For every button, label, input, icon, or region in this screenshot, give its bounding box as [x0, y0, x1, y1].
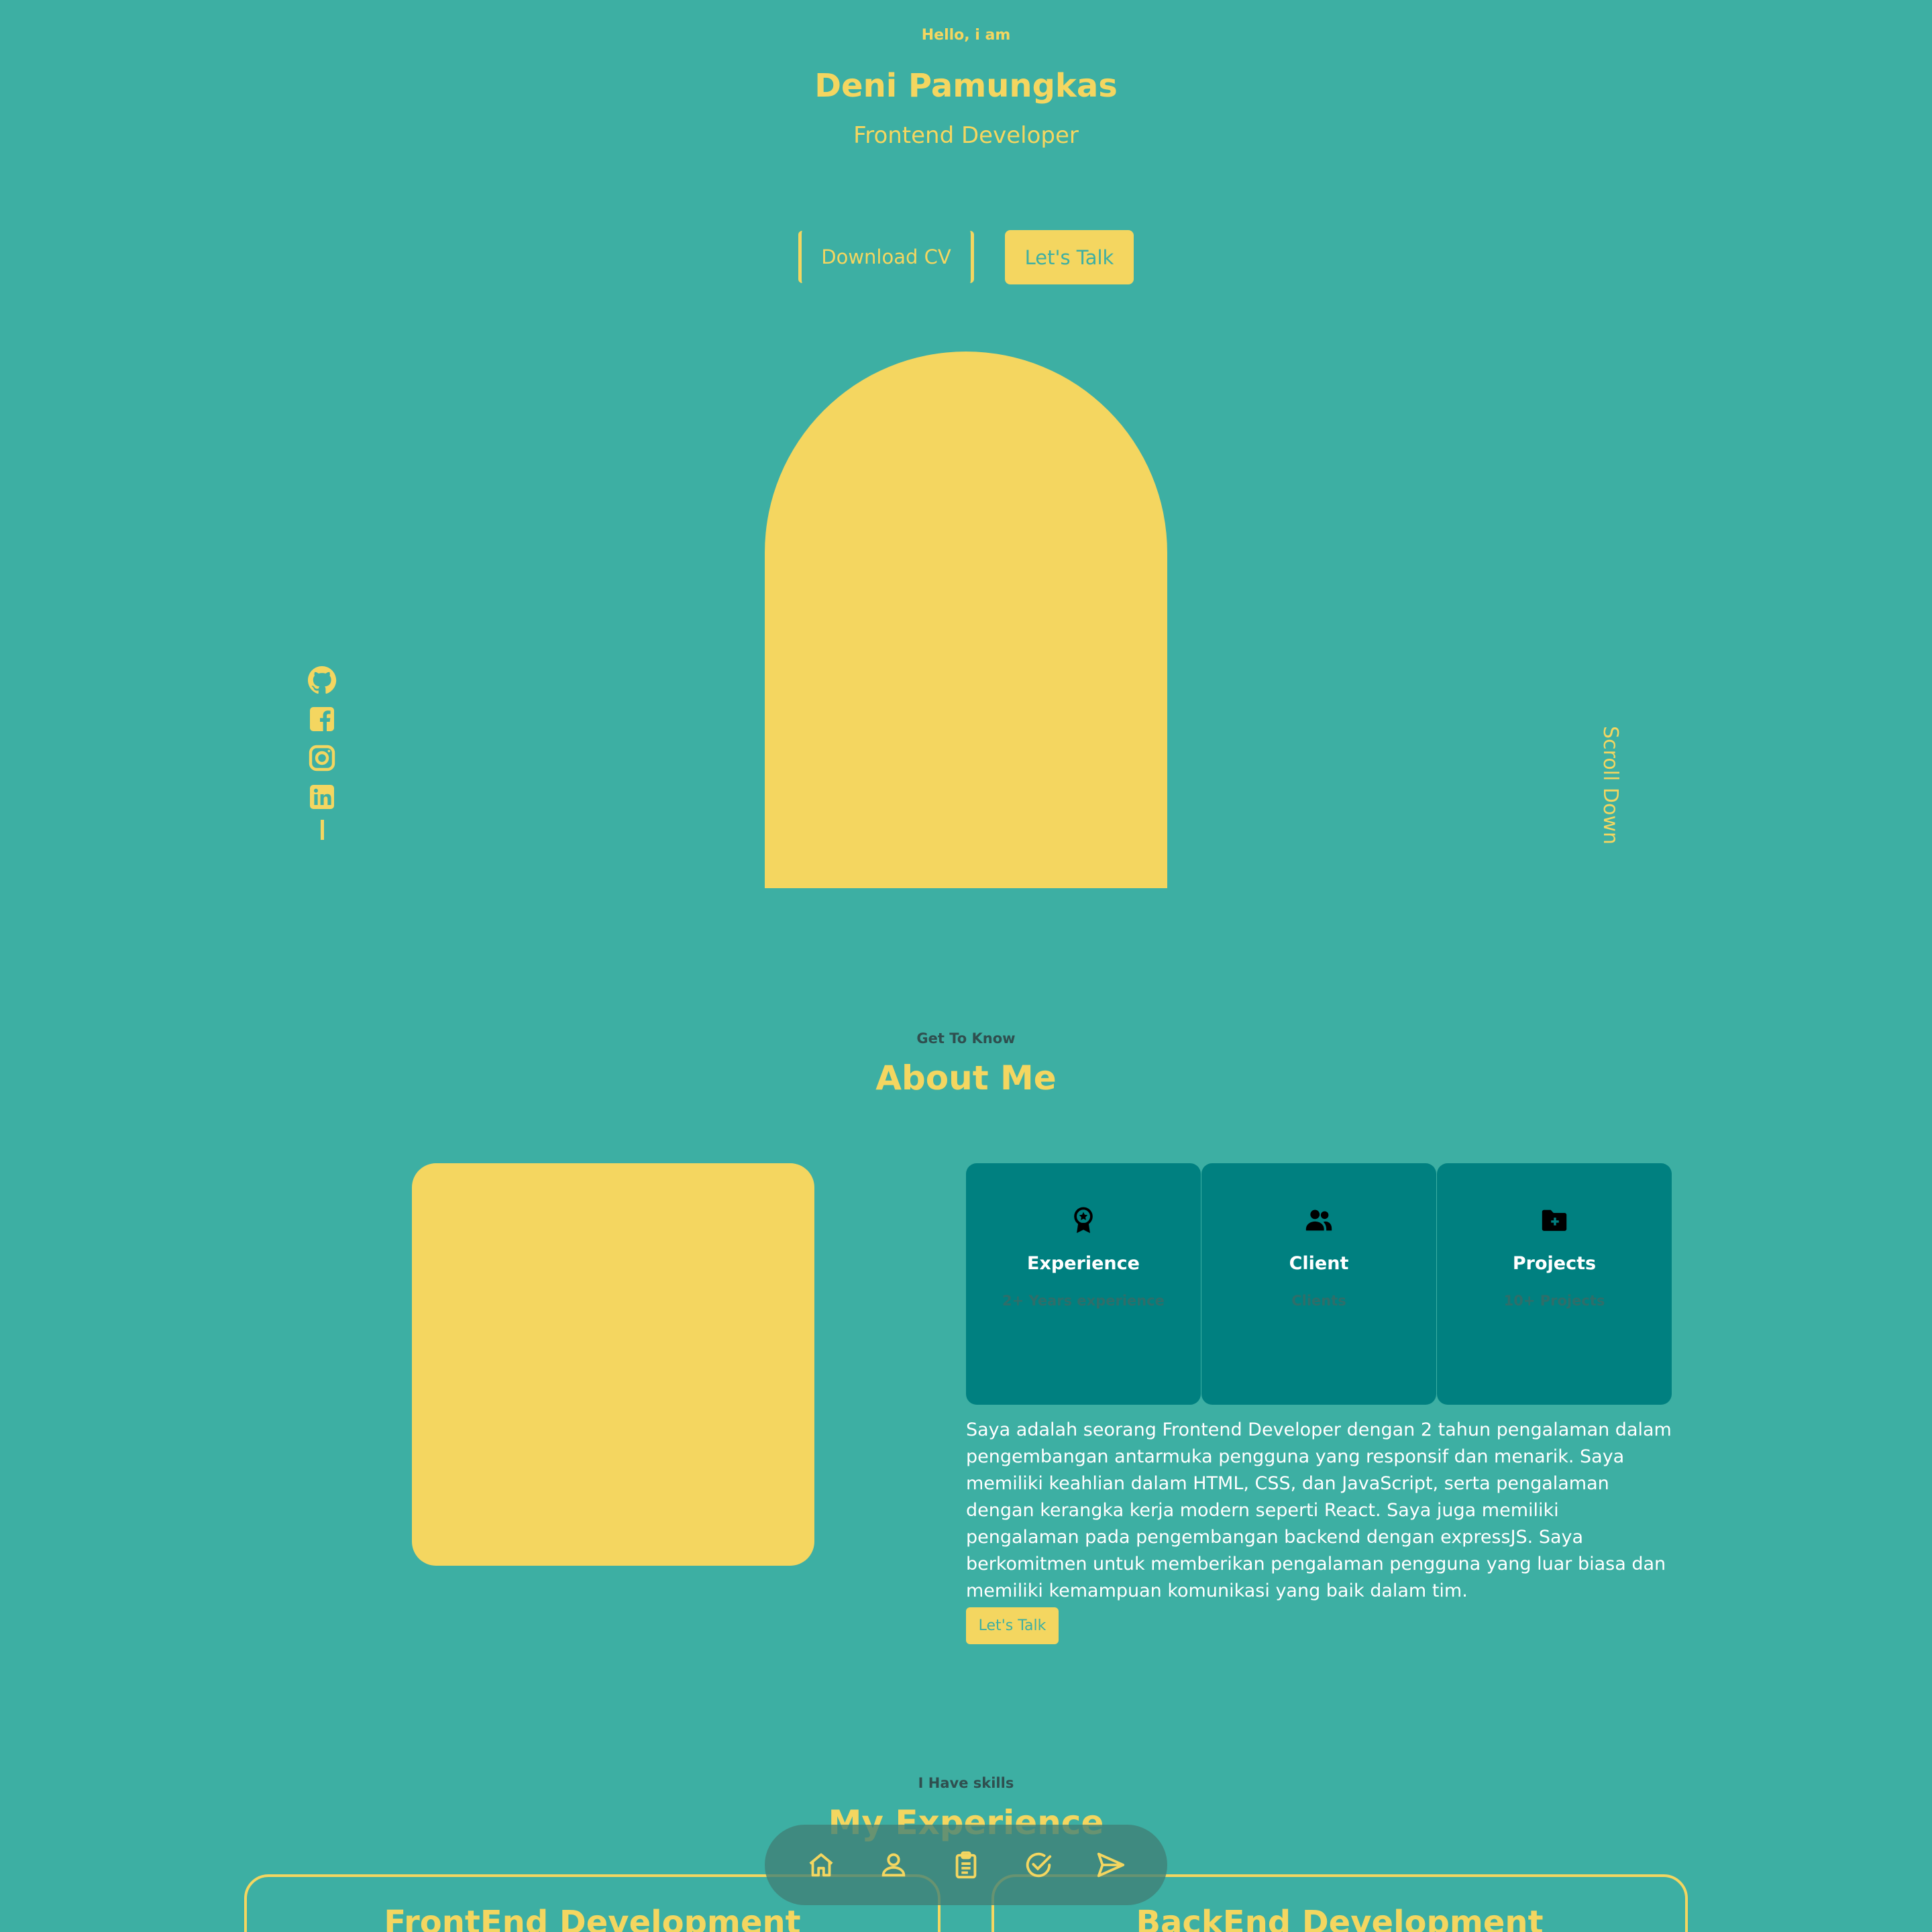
scroll-down-label[interactable]: Scroll Down [1599, 726, 1622, 845]
users-icon [1305, 1210, 1332, 1231]
check-circle-icon[interactable] [1023, 1849, 1054, 1880]
card-title: Client [1289, 1253, 1349, 1274]
clipboard-icon[interactable] [951, 1849, 981, 1880]
backend-title: BackEnd Development [1136, 1904, 1544, 1932]
nav-services[interactable] [1002, 1829, 1075, 1901]
hero-role: Frontend Developer [853, 122, 1079, 149]
hero-name: Deni Pamungkas [814, 67, 1118, 105]
about-kicker: Get To Know [916, 1030, 1016, 1046]
about-title: About Me [875, 1059, 1057, 1097]
nav-experience[interactable] [930, 1829, 1002, 1901]
client-card: Client Clients [1201, 1163, 1436, 1405]
nav-about[interactable] [857, 1829, 930, 1901]
nav-contact[interactable] [1075, 1829, 1147, 1901]
folder-plus-icon [1542, 1210, 1567, 1231]
portfolio-page: Hello, i am Deni Pamungkas Frontend Deve… [0, 0, 1932, 1932]
card-subtitle: 2+ Years experience [1002, 1293, 1165, 1309]
bottom-nav [765, 1825, 1167, 1905]
instagram-icon[interactable] [306, 742, 338, 774]
linkedin-icon[interactable] [306, 781, 338, 813]
send-icon[interactable] [1095, 1849, 1126, 1880]
user-icon[interactable] [878, 1849, 909, 1880]
about-cards: Experience 2+ Years experience Client Cl… [966, 1163, 1672, 1405]
hero-image-placeholder [765, 352, 1167, 888]
lets-talk-button[interactable]: Let's Talk [1005, 230, 1134, 284]
about-image-placeholder [412, 1163, 814, 1566]
card-title: Experience [1027, 1253, 1140, 1274]
about-description: Saya adalah seorang Frontend Developer d… [966, 1419, 1672, 1601]
card-subtitle: Clients [1291, 1293, 1346, 1309]
award-icon [1074, 1207, 1093, 1234]
github-icon[interactable] [306, 664, 338, 696]
social-links [306, 664, 338, 840]
frontend-title: FrontEnd Development [384, 1904, 801, 1932]
card-subtitle: 10+ Projects [1503, 1293, 1605, 1309]
greeting-text: Hello, i am [921, 27, 1011, 44]
card-title: Projects [1512, 1253, 1597, 1274]
home-icon[interactable] [806, 1849, 837, 1880]
scroll-down-link[interactable]: Scroll Down [1570, 698, 1650, 872]
experience-card: Experience 2+ Years experience [966, 1163, 1201, 1405]
about-lets-talk-button[interactable]: Let's Talk [966, 1607, 1059, 1644]
experience-kicker: I Have skills [918, 1775, 1014, 1791]
download-cv-button[interactable]: Download CV [798, 231, 974, 283]
facebook-icon[interactable] [306, 703, 338, 735]
projects-card: Projects 10+ Projects [1437, 1163, 1672, 1405]
social-divider [320, 820, 324, 840]
nav-home[interactable] [785, 1829, 857, 1901]
